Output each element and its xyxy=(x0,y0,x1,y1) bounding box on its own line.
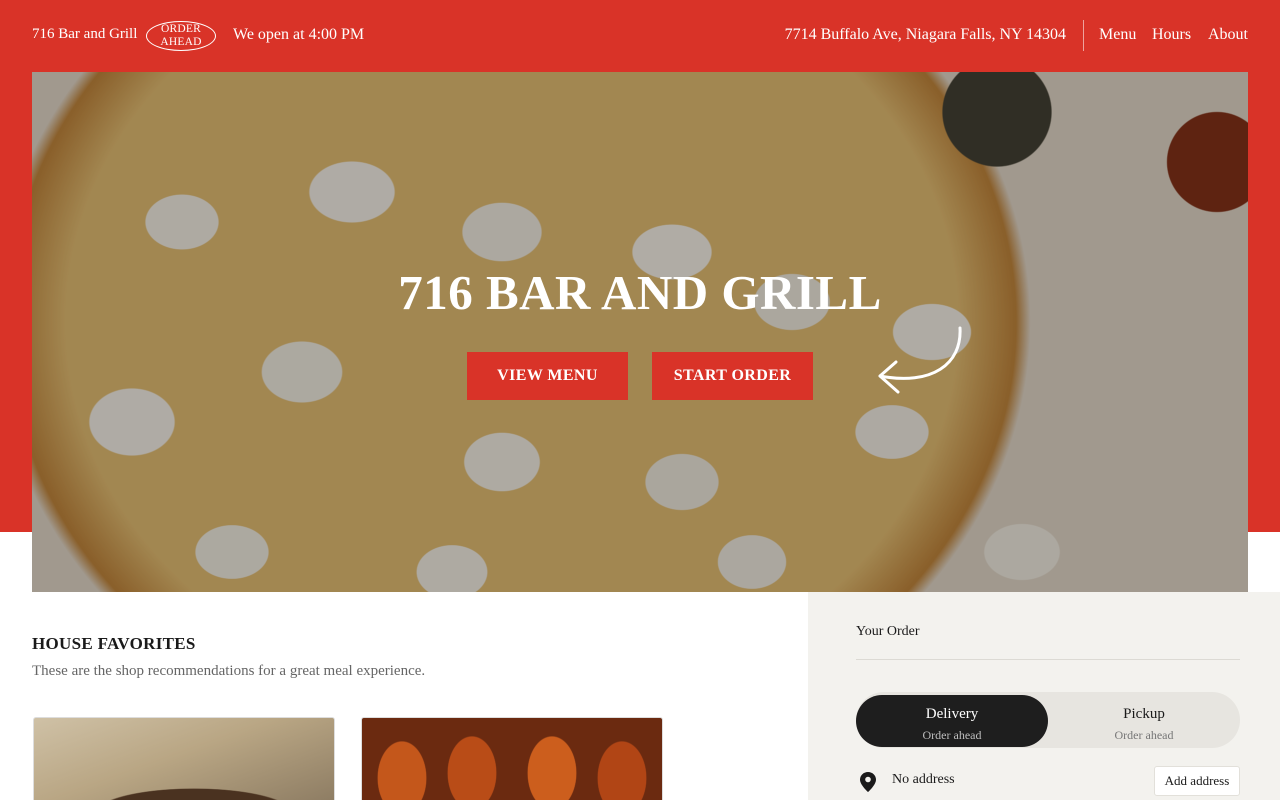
opening-time: We open at 4:00 PM xyxy=(233,26,365,43)
address-status: No address xyxy=(892,772,955,787)
order-panel: Your Order Delivery Order ahead Pickup O… xyxy=(808,592,1280,800)
hero-banner: 716 BAR AND GRILL VIEW MENU START ORDER xyxy=(32,72,1248,592)
header-divider xyxy=(1083,20,1084,51)
your-order-title: Your Order xyxy=(856,624,920,639)
delivery-option[interactable]: Delivery Order ahead xyxy=(856,695,1048,747)
location-pin-icon xyxy=(860,772,876,792)
nav-about-link[interactable]: About xyxy=(1208,26,1248,44)
fulfillment-toggle: Delivery Order ahead Pickup Order ahead xyxy=(856,692,1240,748)
view-menu-button[interactable]: VIEW MENU xyxy=(467,352,628,400)
order-ahead-badge: ORDER AHEAD xyxy=(146,21,216,51)
delivery-label: Delivery xyxy=(925,706,979,722)
site-header: 716 Bar and Grill ORDER AHEAD We open at… xyxy=(0,0,1280,72)
pickup-sublabel: Order ahead xyxy=(1114,728,1174,742)
nav-menu-link[interactable]: Menu xyxy=(1099,26,1136,44)
house-favorites-heading: HOUSE FAVORITES xyxy=(32,634,196,653)
order-panel-divider xyxy=(856,659,1240,660)
pickup-label: Pickup xyxy=(1123,706,1165,722)
nav-hours-link[interactable]: Hours xyxy=(1152,26,1191,44)
pickup-option[interactable]: Pickup Order ahead xyxy=(1048,695,1240,747)
hero-image-overlay xyxy=(32,72,1248,592)
hero-title: 716 BAR AND GRILL xyxy=(398,265,882,320)
start-order-button[interactable]: START ORDER xyxy=(652,352,813,400)
curved-arrow-icon xyxy=(878,326,962,394)
favorite-item-card[interactable] xyxy=(33,717,335,800)
restaurant-address[interactable]: 7714 Buffalo Ave, Niagara Falls, NY 1430… xyxy=(785,26,1066,44)
favorite-item-card[interactable] xyxy=(361,717,663,800)
delivery-sublabel: Order ahead xyxy=(922,728,982,742)
brand-name[interactable]: 716 Bar and Grill xyxy=(32,26,137,43)
add-address-button[interactable]: Add address xyxy=(1154,766,1240,796)
house-favorites-subtitle: These are the shop recommendations for a… xyxy=(32,663,426,679)
